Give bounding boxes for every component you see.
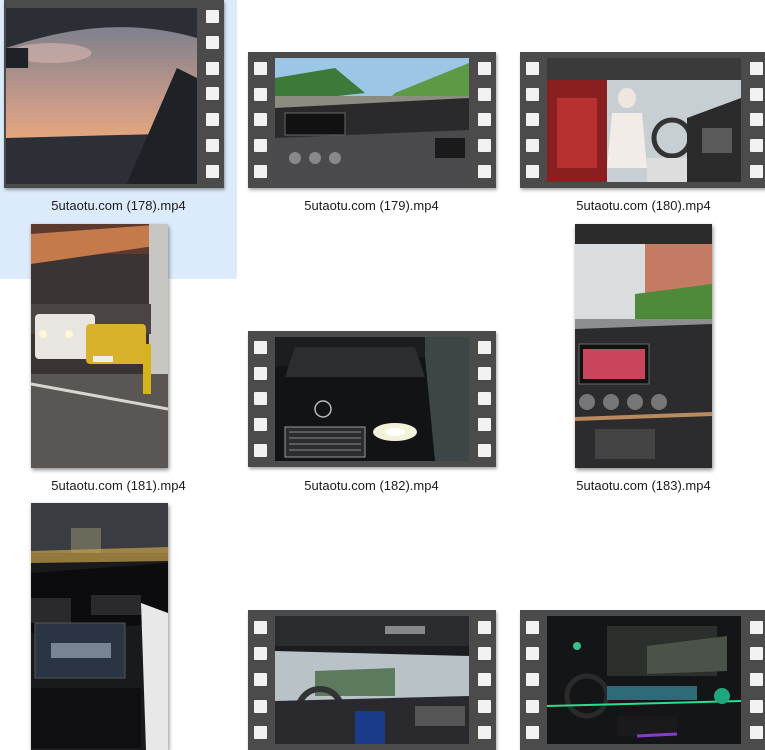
video-thumbnail (248, 331, 496, 467)
highway-dashboard-icon (275, 58, 469, 182)
city-night-interior-icon (31, 503, 168, 750)
file-grid: 5utaotu.com (178).mp4 5utaotu.com (179).… (0, 0, 765, 750)
ambient-light-interior-icon (547, 616, 741, 744)
file-tile-182[interactable]: 5utaotu.com (182).mp4 (248, 224, 496, 503)
file-name-label: 5utaotu.com (180).mp4 (576, 198, 711, 213)
file-tile-186[interactable] (520, 503, 765, 750)
file-tile-184[interactable] (0, 503, 237, 750)
rainy-cockpit-icon (275, 616, 469, 744)
video-thumbnail (520, 610, 765, 750)
file-name-label: 5utaotu.com (183).mp4 (576, 478, 711, 493)
video-thumbnail (31, 503, 168, 750)
dashboard-screen-icon (575, 224, 712, 468)
sunset-windshield-icon (6, 8, 197, 184)
video-thumbnail (248, 52, 496, 188)
mercedes-front-night-icon (275, 337, 469, 461)
video-thumbnail (520, 52, 765, 188)
file-tile-185[interactable] (248, 503, 496, 750)
video-thumbnail (575, 224, 712, 468)
file-name-label: 5utaotu.com (178).mp4 (51, 198, 186, 213)
video-thumbnail (248, 610, 496, 750)
video-thumbnail (4, 0, 224, 188)
file-tile-183[interactable]: 5utaotu.com (183).mp4 (525, 224, 762, 503)
file-name-label: 5utaotu.com (181).mp4 (51, 478, 186, 493)
video-thumbnail (31, 224, 168, 468)
file-name-label: 5utaotu.com (179).mp4 (304, 198, 439, 213)
file-tile-181[interactable]: 5utaotu.com (181).mp4 (0, 224, 237, 503)
parking-garage-icon (31, 224, 168, 468)
driver-red-interior-icon (547, 58, 741, 182)
file-name-label: 5utaotu.com (182).mp4 (304, 478, 439, 493)
